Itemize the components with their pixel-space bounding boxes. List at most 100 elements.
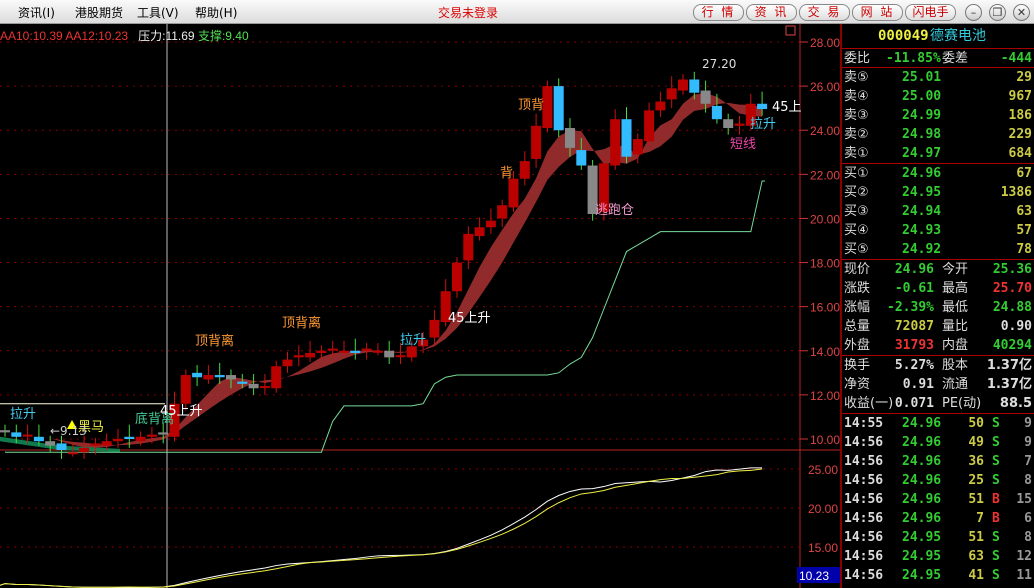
- candle-body: [531, 125, 542, 159]
- login-status[interactable]: 交易未登录: [438, 4, 498, 21]
- market-button[interactable]: 行 情: [693, 4, 744, 21]
- candle-body: [11, 432, 22, 437]
- aa12-line: [0, 468, 763, 588]
- legend-pressure: 压力:11.69: [138, 29, 195, 43]
- menu-info[interactable]: 资讯(I): [18, 4, 55, 21]
- stat-label: 内盘: [942, 338, 969, 353]
- level-label: 卖③: [844, 108, 869, 123]
- annotation-45-rise: 45上: [772, 100, 802, 115]
- trade-button[interactable]: 交 易: [799, 4, 850, 21]
- annotation-low-price: ←9.13: [50, 424, 87, 438]
- legend-aa10: AA10:10.39: [0, 29, 63, 43]
- stat-label: 股本: [942, 358, 969, 373]
- stat-label: 最低: [942, 300, 969, 315]
- weibi-value: -11.85%: [886, 51, 941, 66]
- trend-ribbon: [5, 93, 763, 448]
- stat-label: 涨幅: [844, 300, 871, 315]
- level-price: 25.01: [902, 70, 942, 85]
- stock-name: 德赛电池: [930, 28, 986, 44]
- weicha-label: 委差: [942, 51, 969, 66]
- candle-body: [90, 443, 101, 446]
- candle-body: [226, 375, 236, 380]
- tick-side: S: [992, 473, 1000, 488]
- close-icon[interactable]: ✕: [1013, 4, 1030, 21]
- candle-body: [406, 346, 417, 358]
- tick-count: 11: [1016, 568, 1032, 583]
- menu-hk-futures[interactable]: 港股期货: [75, 4, 123, 21]
- tick-row: 14:56 24.96 49 S 9: [842, 433, 1034, 452]
- annotation-top-divergence: 顶背离: [195, 334, 235, 349]
- candle-body: [192, 372, 203, 378]
- quote-stats-extra: 换手 5.27% 股本 1.37亿 净资 0.91 流通 1.37亿 收益(一) 0.071 PE(…: [842, 355, 1034, 413]
- indicator-legend: AA10:10.39 AA12:10.23 压力:11.69 支撑:9.40: [0, 27, 249, 44]
- tick-volume: 50: [968, 416, 984, 431]
- minimize-icon[interactable]: –: [965, 4, 982, 21]
- candle-body: [508, 178, 519, 208]
- stat-value: 24.88: [992, 300, 1032, 315]
- stat-label: 最高: [942, 281, 969, 296]
- annotation-pull-up: 拉升: [10, 407, 37, 422]
- candle-body: [101, 441, 112, 446]
- level-label: 卖②: [844, 127, 869, 142]
- candle-body: [700, 90, 711, 104]
- stat-row: 外盘 31793 内盘 40294: [842, 336, 1034, 355]
- tick-row: 14:56 24.96 51 B 15: [842, 490, 1034, 509]
- sell-level: 卖② 24.98 229: [842, 125, 1034, 144]
- tick-volume: 49: [968, 435, 984, 450]
- candle-body: [384, 350, 395, 358]
- tick-side: S: [992, 454, 1000, 469]
- sell-level: 卖① 24.97 684: [842, 144, 1034, 163]
- tick-price: 24.96: [902, 473, 942, 488]
- candle-body: [644, 110, 655, 142]
- annotation-escape: 逃跑仓: [595, 203, 635, 218]
- price-tick-label: 28.00: [810, 36, 840, 50]
- tick-price: 24.96: [902, 492, 942, 507]
- level-volume: 186: [1008, 108, 1032, 123]
- tick-time: 14:55: [844, 416, 884, 431]
- stat-label: 现价: [844, 262, 871, 277]
- sell-level: 卖③ 24.99 186: [842, 106, 1034, 125]
- level-label: 卖⑤: [844, 70, 869, 85]
- website-button[interactable]: 网 站: [852, 4, 903, 21]
- candle-body: [372, 350, 383, 353]
- candle-body: [429, 319, 440, 338]
- weibi-label: 委比: [844, 51, 871, 66]
- stat-value: 25.70: [992, 281, 1032, 296]
- stat-row: 净资 0.91 流通 1.37亿: [842, 375, 1034, 394]
- level-label: 卖①: [844, 146, 869, 161]
- tick-time: 14:56: [844, 549, 884, 564]
- candle-body: [113, 439, 123, 442]
- price-tick-label: 22.00: [810, 168, 840, 182]
- tick-time: 14:56: [844, 435, 884, 450]
- tick-price: 24.96: [902, 511, 942, 526]
- level-label: 买⑤: [844, 242, 869, 257]
- info-button[interactable]: 资 讯: [746, 4, 797, 21]
- candle-body: [689, 79, 700, 93]
- tick-side: S: [992, 549, 1000, 564]
- candle-body: [632, 139, 643, 155]
- level-label: 买②: [844, 185, 869, 200]
- level-price: 24.96: [902, 166, 942, 181]
- restore-icon[interactable]: ❐: [989, 4, 1006, 21]
- flash-trader-button[interactable]: 闪电手: [905, 4, 956, 21]
- stat-value: 0.91: [902, 377, 934, 392]
- stat-label: 换手: [844, 358, 871, 373]
- candle-body: [158, 432, 169, 435]
- quote-panel: 000049 德赛电池 委比 -11.85% 委差 -444 卖⑤ 25.01 29…: [840, 24, 1034, 588]
- price-tick-label: 10.00: [810, 433, 840, 447]
- stat-label: 量比: [942, 319, 969, 334]
- tick-row: 14:55 24.96 50 S 9: [842, 414, 1034, 433]
- kline-chart[interactable]: 28.00 26.00 24.00 22.00 20.00 18.00 16.00 14.00…: [0, 24, 840, 588]
- buy-level: 买① 24.96 67: [842, 164, 1034, 183]
- candle-body: [361, 348, 372, 351]
- tick-count: 12: [1016, 549, 1032, 564]
- tick-price: 24.95: [902, 530, 942, 545]
- menu-help[interactable]: 帮助(H): [195, 4, 237, 21]
- level-volume: 67: [1016, 166, 1032, 181]
- candle-body: [237, 381, 248, 384]
- tick-price: 24.96: [902, 454, 942, 469]
- annotation-top-divergence: 顶背离: [282, 316, 322, 331]
- tick-volume: 63: [968, 549, 984, 564]
- menu-tools[interactable]: 工具(V): [137, 4, 179, 21]
- tick-row: 14:56 24.95 41 S 11: [842, 566, 1034, 585]
